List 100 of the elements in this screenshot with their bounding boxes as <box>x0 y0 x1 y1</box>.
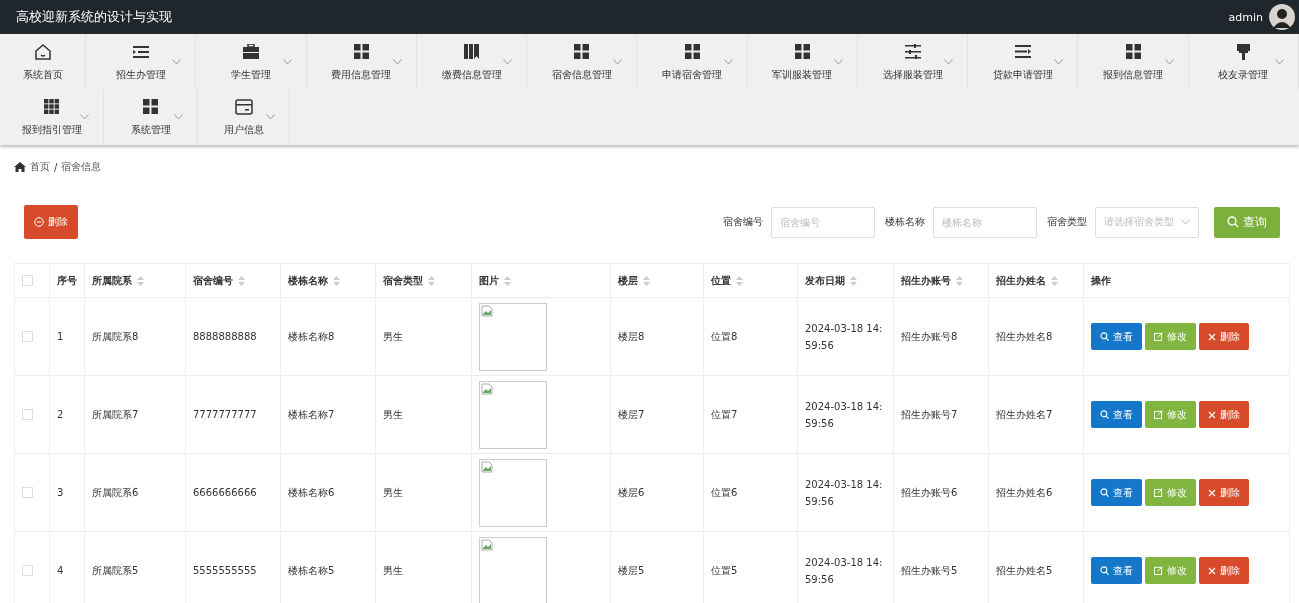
search-icon <box>1227 216 1239 228</box>
search-field[interactable]: 宿舍编号 <box>771 206 875 238</box>
filter-label: 宿舍类型 <box>1047 215 1087 229</box>
briefcase-icon <box>243 44 260 59</box>
table-cell: 所属院系6 <box>92 486 139 498</box>
table-cell: 楼层7 <box>618 408 645 420</box>
nav-menu-item[interactable]: 招生办管理 <box>86 34 197 89</box>
column-header[interactable]: 图片 <box>479 273 511 288</box>
nav-menu-item[interactable]: 申请宿舍管理 <box>637 34 748 89</box>
sort-icon[interactable] <box>850 275 857 286</box>
sort-icon[interactable] <box>1051 275 1058 286</box>
table-cell-text: 2024-03-18 14:59:56 <box>805 477 884 509</box>
table-cell: 招生办账号8 <box>901 330 958 342</box>
sliders-icon <box>904 44 921 59</box>
table-cell: 位置6 <box>711 486 738 498</box>
nav-menu-item[interactable]: 系统首页 <box>0 34 87 89</box>
home-icon <box>32 41 53 62</box>
nav-menu-item[interactable]: 选择服装管理 <box>857 34 969 89</box>
avatar[interactable] <box>1269 4 1295 30</box>
table-cell: 楼层6 <box>618 486 645 498</box>
table-cell: 4 <box>57 565 64 576</box>
sort-icon[interactable] <box>428 275 435 286</box>
sort-icon[interactable] <box>137 275 144 286</box>
view-button[interactable]: 查看 <box>1091 557 1142 584</box>
nav-menu-item[interactable]: 费用信息管理 <box>306 34 417 89</box>
table-cell: 楼层8 <box>618 330 645 342</box>
table-cell: 3 <box>57 487 64 498</box>
table-cell: 男生 <box>383 486 403 498</box>
books-icon <box>464 44 480 59</box>
apps-icon <box>44 99 59 114</box>
del-button[interactable]: 删除 <box>1199 479 1249 506</box>
grid-icon <box>574 44 590 59</box>
nav-menu-item[interactable]: 报到指引管理 <box>0 89 104 144</box>
sort-icon[interactable] <box>238 275 245 286</box>
checkbox[interactable] <box>22 487 33 499</box>
sort-icon[interactable] <box>643 275 650 286</box>
nav-menu-item[interactable]: 用户信息 <box>198 89 290 144</box>
column-header[interactable]: 操作 <box>1091 273 1111 288</box>
table-cell: 1 <box>57 331 64 342</box>
broken-image <box>479 380 547 449</box>
username: admin <box>1228 10 1263 24</box>
filter-label: 楼栋名称 <box>885 215 925 229</box>
table-cell: 招生办账号5 <box>901 564 958 576</box>
nav-menu-item[interactable]: 贷款申请管理 <box>968 34 1079 89</box>
view-button[interactable]: 查看 <box>1091 323 1142 350</box>
chevron-down-icon <box>1181 219 1190 225</box>
card-icon <box>234 98 253 115</box>
del-button[interactable]: 删除 <box>1199 557 1249 584</box>
checkbox[interactable] <box>22 565 33 577</box>
del-button[interactable]: 删除 <box>1199 323 1249 350</box>
nav-menu-item[interactable]: 校友录管理 <box>1188 34 1299 89</box>
delete-button[interactable]: 删除 <box>24 205 78 239</box>
table-cell: 所属院系7 <box>92 408 139 420</box>
edit-icon <box>1154 488 1163 497</box>
table-cell: 招生办姓名8 <box>996 330 1053 342</box>
search-icon <box>1100 332 1109 341</box>
nav-menu-item[interactable]: 宿舍信息管理 <box>527 34 638 89</box>
del-button[interactable]: 删除 <box>1199 401 1249 428</box>
checkbox[interactable] <box>22 331 33 343</box>
table-cell: 2 <box>57 409 64 420</box>
view-button[interactable]: 查看 <box>1091 401 1142 428</box>
sort-icon[interactable] <box>504 275 511 286</box>
search-field[interactable]: 楼栋名称 <box>933 206 1037 238</box>
table-cell: 招生办账号6 <box>901 486 958 498</box>
table-cell: 所属院系8 <box>92 330 139 342</box>
column-header[interactable]: 位置 <box>711 273 743 288</box>
table-cell: 男生 <box>383 564 403 576</box>
table-cell: 招生办姓名7 <box>996 408 1053 420</box>
nav-menu-item[interactable]: 缴费信息管理 <box>416 34 528 89</box>
checkbox[interactable] <box>22 409 33 421</box>
column-header[interactable]: 楼层 <box>618 273 650 288</box>
sort-icon[interactable] <box>333 275 340 286</box>
brush-icon <box>1236 43 1250 60</box>
close-icon <box>1208 332 1216 341</box>
table-cell-text: 2024-03-18 14:59:56 <box>805 555 884 587</box>
breadcrumb-separator: / <box>54 161 58 173</box>
close-icon <box>1208 410 1216 419</box>
search-icon <box>1100 410 1109 419</box>
table-cell: 所属院系5 <box>92 564 139 576</box>
list-icon <box>132 44 149 59</box>
breadcrumb-link[interactable]: 首页 <box>30 160 50 174</box>
table-cell: 位置5 <box>711 564 738 576</box>
table-cell: 7777777777 <box>193 409 257 420</box>
table-cell: 楼栋名称8 <box>288 330 335 342</box>
sort-icon[interactable] <box>736 275 743 286</box>
nav-menu-item[interactable]: 报到信息管理 <box>1078 34 1189 89</box>
grid-icon <box>684 44 700 59</box>
nav-menu-item[interactable]: 系统管理 <box>104 89 198 144</box>
search-icon <box>1100 566 1109 575</box>
table-cell: 男生 <box>383 408 403 420</box>
checkbox[interactable] <box>22 275 33 287</box>
view-button[interactable]: 查看 <box>1091 479 1142 506</box>
sort-icon[interactable] <box>956 275 963 286</box>
minus-circle-icon <box>34 217 44 227</box>
table-cell: 8888888888 <box>193 331 257 342</box>
nav-menu-item[interactable]: 军训服装管理 <box>747 34 858 89</box>
table-cell: 楼栋名称5 <box>288 564 335 576</box>
table-cell: 男生 <box>383 330 403 342</box>
app-title: 高校迎新系统的设计与实现 <box>16 8 172 26</box>
nav-menu-item[interactable]: 学生管理 <box>196 34 307 89</box>
